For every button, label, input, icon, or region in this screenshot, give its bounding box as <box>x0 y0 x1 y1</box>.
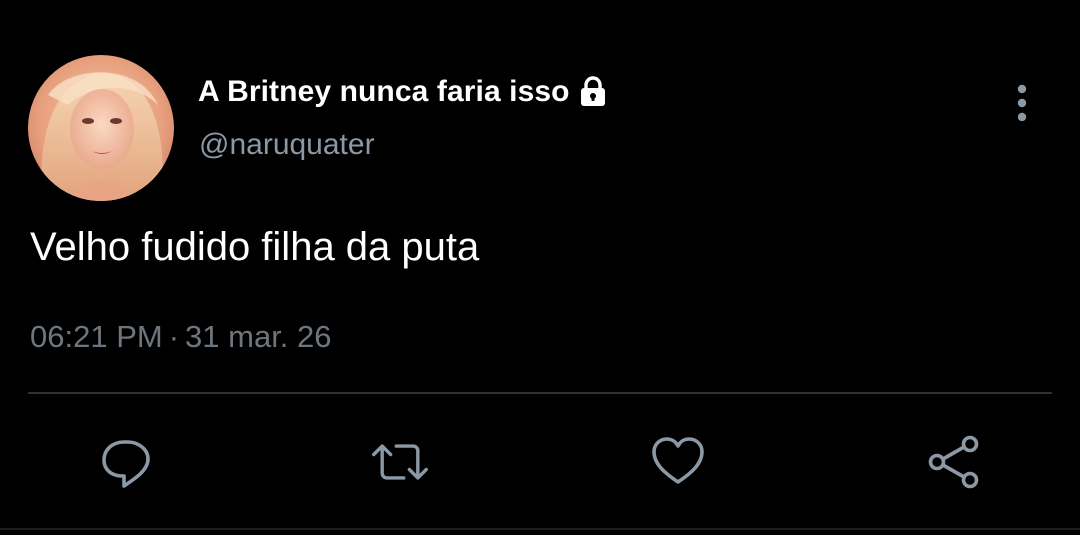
share-icon <box>928 435 979 489</box>
more-vertical-icon <box>1017 84 1027 122</box>
author-name-row[interactable]: A Britney nunca faria isso <box>198 72 610 112</box>
meta-separator: · <box>168 319 180 354</box>
share-button[interactable] <box>924 432 984 492</box>
heart-icon <box>652 437 704 484</box>
tweet-date: 31 mar. 26 <box>185 319 332 354</box>
author-handle[interactable]: @naruquater <box>199 128 375 162</box>
reply-button[interactable] <box>96 432 156 492</box>
retweet-icon <box>372 444 428 480</box>
display-name[interactable]: A Britney nunca faria isso <box>198 75 570 109</box>
tweet-text: Velho fudido filha da puta <box>30 225 480 269</box>
like-button[interactable] <box>648 432 708 492</box>
tweet-card: A Britney nunca faria isso @naruquater V… <box>0 0 1080 535</box>
bottom-divider <box>0 528 1080 530</box>
divider <box>28 392 1052 394</box>
avatar-image <box>28 55 174 201</box>
lock-icon <box>576 75 610 109</box>
tweet-time: 06:21 PM <box>30 319 163 354</box>
avatar[interactable] <box>28 55 174 201</box>
more-options-button[interactable] <box>1004 82 1040 124</box>
reply-icon <box>102 440 150 488</box>
tweet-timestamp[interactable]: 06:21 PM · 31 mar. 26 <box>30 319 332 355</box>
retweet-button[interactable] <box>370 432 430 492</box>
